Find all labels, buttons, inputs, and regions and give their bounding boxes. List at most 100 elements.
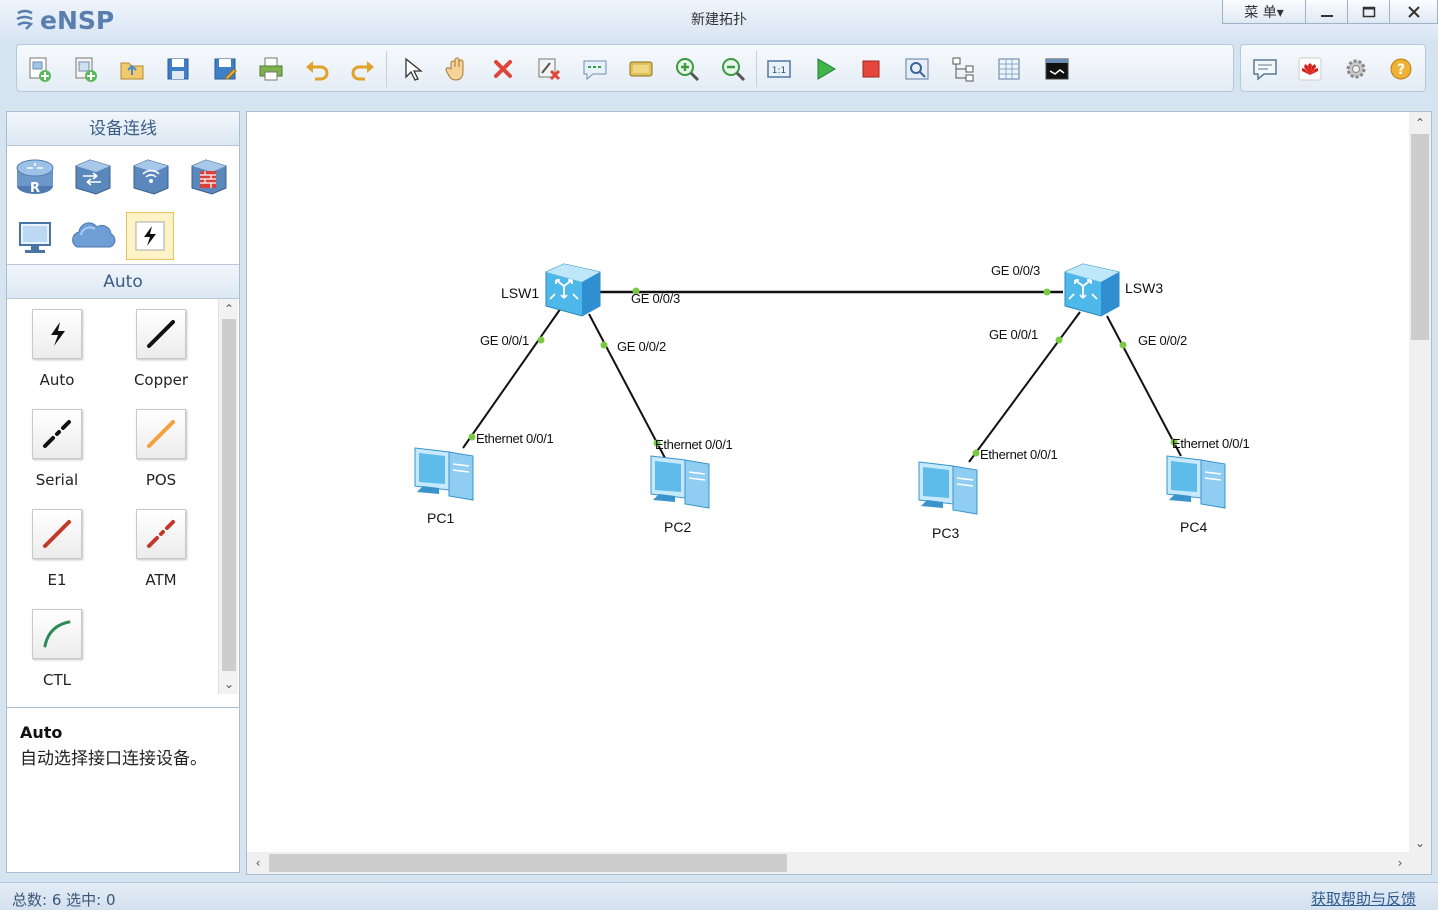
canvas-vertical-scrollbar[interactable]: ⌃ ⌄ (1409, 112, 1431, 854)
scrollbar-thumb[interactable] (1411, 134, 1429, 340)
stop-device-icon[interactable] (857, 55, 885, 83)
pc2-icon[interactable] (645, 450, 713, 516)
new-example-icon[interactable] (71, 55, 99, 83)
cable-list-scrollbar[interactable]: ⌃ ⌄ (218, 299, 238, 694)
restore-icon[interactable]: 1:1 (765, 55, 793, 83)
cable-copper[interactable]: Copper (115, 309, 205, 399)
select-icon[interactable] (397, 55, 425, 83)
scroll-up-icon[interactable]: ⌃ (219, 299, 239, 319)
canvas-horizontal-scrollbar[interactable]: ‹ › (247, 852, 1411, 874)
scroll-down-icon[interactable]: ⌄ (219, 674, 239, 694)
cables-header: Auto (7, 264, 239, 299)
node-label-lsw3: LSW3 (1125, 280, 1164, 296)
switch-lsw3-icon[interactable] (1063, 262, 1121, 318)
text-icon[interactable] (581, 55, 609, 83)
zoom-in-icon[interactable] (673, 55, 701, 83)
description-title: Auto (20, 723, 63, 742)
maximize-button[interactable] (1348, 0, 1390, 24)
ctl-cable-icon (32, 609, 82, 659)
cable-serial[interactable]: Serial (11, 409, 101, 499)
cable-ctl[interactable]: CTL (11, 609, 101, 699)
hand-icon[interactable] (443, 55, 471, 83)
cloud-icon (72, 222, 116, 248)
svg-text:R: R (30, 181, 40, 196)
minimize-button[interactable] (1306, 0, 1348, 24)
settings-icon[interactable] (1342, 55, 1370, 83)
auto-cable-icon (32, 309, 82, 359)
huawei-icon[interactable] (1296, 55, 1324, 83)
new-topology-icon[interactable] (25, 55, 53, 83)
save-as-icon[interactable] (211, 55, 239, 83)
router-icon: R (16, 159, 54, 196)
chat-icon[interactable] (1251, 55, 1279, 83)
description-panel: Auto 自动选择接口连接设备。 (6, 707, 240, 873)
scroll-right-icon[interactable]: › (1390, 853, 1410, 873)
zoom-out-icon[interactable] (719, 55, 747, 83)
pc3-icon[interactable] (913, 456, 981, 522)
delete-link-icon[interactable] (535, 55, 563, 83)
scrollbar-thumb[interactable] (269, 854, 787, 872)
close-button[interactable] (1390, 0, 1438, 24)
maximize-icon (1362, 6, 1375, 17)
save-icon[interactable] (164, 55, 192, 83)
topology-canvas[interactable]: LSW1 LSW3 PC1 PC2 PC3 PC4 GE 0/0/3 GE 0/… (246, 111, 1432, 875)
copper-cable-icon (136, 309, 186, 359)
router-category[interactable]: R (11, 152, 59, 200)
terminal-icon[interactable] (1043, 55, 1071, 83)
print-icon[interactable] (257, 55, 285, 83)
scroll-corner (1409, 852, 1431, 874)
cable-pos[interactable]: POS (115, 409, 205, 499)
capture-icon[interactable] (903, 55, 931, 83)
right-toolbar: ? (1240, 44, 1426, 92)
link-lsw1-pc1[interactable] (462, 307, 562, 449)
connection-icon (135, 221, 165, 251)
wlan-category[interactable] (127, 152, 175, 200)
start-device-icon[interactable] (811, 55, 839, 83)
grid-icon[interactable] (995, 55, 1023, 83)
open-icon[interactable] (118, 55, 146, 83)
connection-category[interactable] (126, 212, 174, 260)
menu-button[interactable]: 菜 单▾ (1222, 0, 1306, 24)
cable-label: E1 (47, 571, 67, 589)
firewall-icon (191, 159, 227, 195)
help-feedback-link[interactable]: 获取帮助与反馈 (1311, 888, 1416, 909)
scroll-up-icon[interactable]: ⌃ (1410, 113, 1430, 133)
scroll-left-icon[interactable]: ‹ (248, 853, 268, 873)
pc1-icon[interactable] (409, 442, 477, 508)
port-label: GE 0/0/1 (480, 333, 529, 348)
port-dot (1055, 336, 1063, 344)
close-icon (1407, 5, 1420, 18)
port-label: GE 0/0/3 (631, 291, 680, 306)
cloud-category[interactable] (69, 213, 117, 261)
cable-atm[interactable]: ATM (115, 509, 205, 599)
topology-icon[interactable] (949, 55, 977, 83)
port-label: Ethernet 0/0/1 (980, 447, 1058, 462)
switch-category[interactable] (69, 152, 117, 200)
redo-icon[interactable] (349, 55, 377, 83)
scrollbar-thumb[interactable] (222, 319, 236, 671)
cable-auto[interactable]: Auto (11, 309, 101, 399)
terminal-category[interactable] (11, 213, 59, 261)
palette-icon[interactable] (627, 55, 655, 83)
firewall-category[interactable] (185, 152, 233, 200)
delete-icon[interactable] (489, 55, 517, 83)
wlan-icon (133, 159, 169, 195)
pc4-icon[interactable] (1161, 450, 1229, 516)
devices-header: 设备连线 (7, 112, 239, 146)
link-lsw1-pc2[interactable] (588, 313, 666, 459)
port-label: Ethernet 0/0/1 (655, 437, 733, 452)
scroll-down-icon[interactable]: ⌄ (1410, 833, 1430, 853)
atm-cable-icon (136, 509, 186, 559)
title-bar: eNSP 新建拓扑 菜 单▾ (0, 0, 1438, 40)
switch-lsw1-icon[interactable] (544, 262, 602, 318)
help-icon[interactable]: ? (1387, 55, 1415, 83)
port-label: Ethernet 0/0/1 (1172, 436, 1250, 451)
toolbar-separator (756, 51, 757, 87)
status-bar: 总数: 6 选中: 0 获取帮助与反馈 (0, 882, 1438, 910)
undo-icon[interactable] (303, 55, 331, 83)
node-label-pc4: PC4 (1180, 519, 1208, 535)
cable-label: CTL (43, 671, 71, 689)
e1-cable-icon (32, 509, 82, 559)
cable-label: Auto (39, 371, 75, 389)
cable-e1[interactable]: E1 (11, 509, 101, 599)
